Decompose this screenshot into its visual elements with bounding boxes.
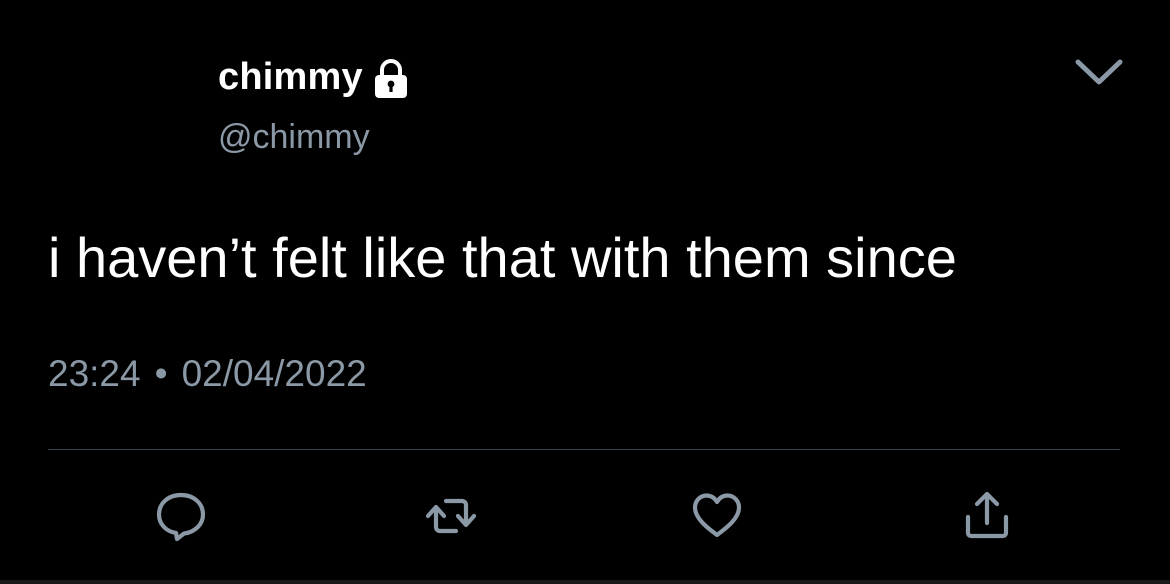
bottom-edge — [0, 580, 1170, 584]
author-name-row: chimmy — [218, 52, 411, 102]
share-button[interactable] — [957, 486, 1017, 546]
display-name[interactable]: chimmy — [218, 52, 363, 102]
chevron-down-icon[interactable] — [1074, 52, 1124, 92]
tweet-time: 23:24 — [48, 353, 141, 394]
retweet-button[interactable] — [421, 486, 481, 546]
user-handle[interactable]: @chimmy — [218, 114, 370, 160]
meta-separator: • — [154, 353, 168, 394]
divider — [48, 449, 1120, 450]
tweet-timestamp[interactable]: 23:24 • 02/04/2022 — [48, 350, 367, 398]
share-icon — [965, 491, 1009, 539]
action-bar — [0, 486, 1170, 546]
like-button[interactable] — [687, 486, 747, 546]
tweet-date: 02/04/2022 — [181, 353, 367, 394]
retweet-icon — [425, 498, 477, 534]
reply-button[interactable] — [151, 486, 211, 546]
lock-icon — [371, 58, 411, 100]
heart-icon — [692, 493, 742, 538]
reply-icon — [156, 492, 206, 542]
avatar[interactable] — [48, 56, 188, 196]
tweet-text: i haven’t felt like that with them since — [48, 226, 957, 289]
